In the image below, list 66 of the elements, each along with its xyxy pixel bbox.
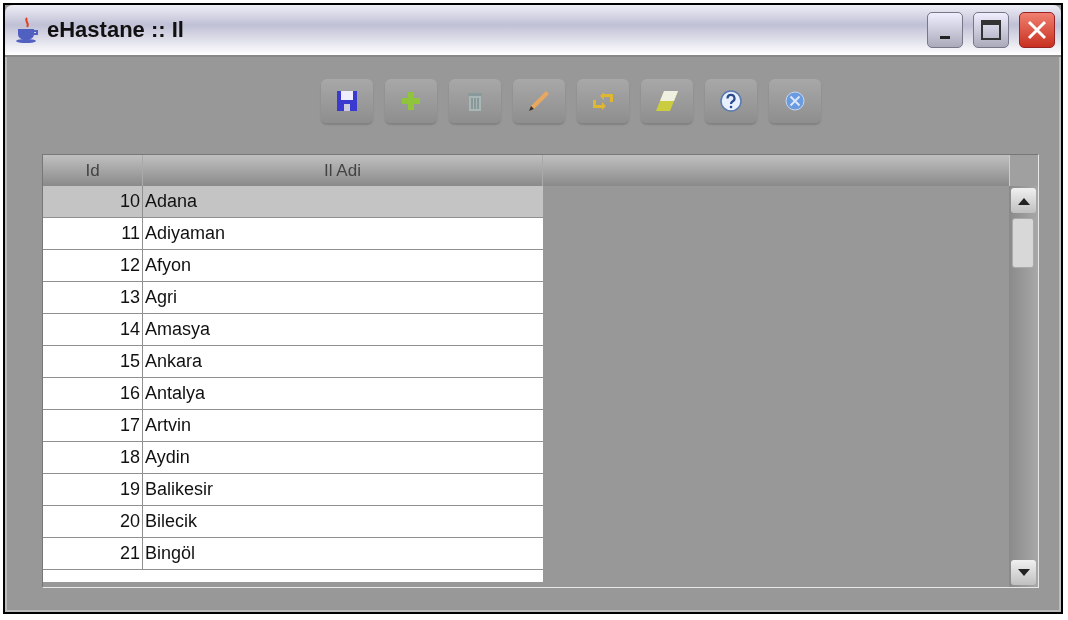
window-title: eHastane :: Il [47,17,185,43]
table-row[interactable]: 14 Amasya [43,314,543,346]
id-cell: 15 [43,346,143,377]
maximize-button[interactable] [973,12,1009,48]
table-row[interactable]: 12 Afyon [43,250,543,282]
name-cell-text: Bingöl [144,542,197,565]
up-arrow-icon [1017,196,1030,205]
name-cell-text: Antalya [144,382,207,405]
scrollbar[interactable] [1009,186,1038,587]
table-row[interactable]: 18 Aydin [43,442,543,474]
minimize-icon [940,35,950,39]
down-arrow-icon [1017,568,1030,577]
name-cell-text: Adana [144,190,199,213]
close-button[interactable] [1019,12,1055,48]
scroll-down-button[interactable] [1011,560,1036,585]
id-cell: 12 [43,250,143,281]
id-cell: 17 [43,410,143,441]
edit-button[interactable] [512,79,565,123]
name-cell-text: Artvin [144,414,192,437]
header-corner [1009,155,1038,186]
name-cell-text: Agri [144,286,178,309]
table-row[interactable]: 10 Adana [43,186,543,218]
table-row[interactable]: 17 Artvin [43,410,543,442]
save-button[interactable] [320,79,373,123]
id-cell: 10 [43,186,143,217]
table-row[interactable]: 16 Antalya [43,378,543,410]
help-icon [719,90,742,112]
clear-button[interactable] [640,79,693,123]
id-cell: 14 [43,314,143,345]
column-header[interactable]: Il Adi [143,155,543,186]
table-row[interactable]: 15 Ankara [43,346,543,378]
id-cell: 19 [43,474,143,505]
pencil-icon [526,89,551,113]
name-cell-text: Ankara [144,350,204,373]
name-cell-text: Aydin [144,446,191,469]
id-cell: 11 [43,218,143,249]
column-header[interactable]: Id [43,155,143,186]
name-cell-text: Amasya [144,318,212,341]
scroll-up-button[interactable] [1011,188,1036,213]
help-button[interactable] [704,79,757,123]
maximize-icon [980,19,1002,41]
add-button[interactable] [384,79,437,123]
refresh-button[interactable] [576,79,629,123]
cancel-icon [784,91,805,111]
eraser-icon [653,89,680,113]
close-icon [1026,19,1048,41]
table-row[interactable]: 19 Balikesir [43,474,543,506]
name-cell-text: Balikesir [144,478,215,501]
table-row[interactable]: 13 Agri [43,282,543,314]
scroll-thumb[interactable] [1012,218,1034,268]
table-row[interactable]: 21 Bingöl [43,538,543,570]
table-row[interactable]: 20 Bilecik [43,506,543,538]
name-cell-text: Adiyaman [144,222,227,245]
id-cell: 21 [43,538,143,569]
name-cell-text: Bilecik [144,510,198,533]
trash-can-icon [466,90,483,112]
plus-icon [400,91,421,111]
coffee-cup-icon [15,16,41,44]
id-cell: 13 [43,282,143,313]
delete-button[interactable] [448,79,501,123]
minimize-button[interactable] [927,12,963,48]
id-cell: 16 [43,378,143,409]
table-row[interactable]: 11 Adiyaman [43,218,543,250]
id-cell: 20 [43,506,143,537]
name-cell-text: Afyon [144,254,193,277]
id-cell: 18 [43,442,143,473]
